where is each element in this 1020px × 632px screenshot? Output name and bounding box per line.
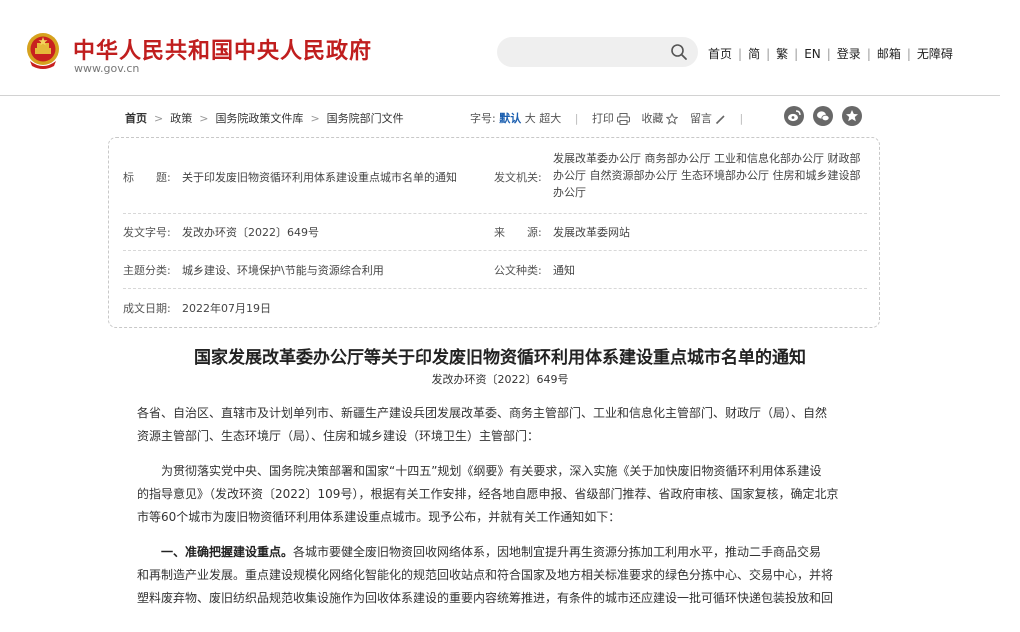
paragraph-text: 各城市要健全废旧物资回收网络体系，因地制宜提升再生资源分拣加工利用水平，推动二手… [293,545,822,559]
article-paragraph-intro: 为贯彻落实党中央、国务院决策部署和国家“十四五”规划《纲要》有关要求，深入实施《… [137,460,865,529]
document-metadata-box: 标 题: 关于印发废旧物资循环利用体系建设重点城市名单的通知 发文机关: 发展改… [108,137,880,328]
nav-traditional[interactable]: 繁 [776,45,788,62]
print-button[interactable]: 打印 [592,110,630,126]
breadcrumb-arrow-icon: > [310,112,320,125]
article-tools: 字号: 默认 大 超大 | 打印 收藏 留言 | [470,110,753,126]
meta-title-value: 关于印发废旧物资循环利用体系建设重点城市名单的通知 [182,171,457,184]
wechat-glyph-icon [817,111,830,122]
section-heading: 一、准确把握建设重点。 [137,545,294,559]
meta-issuer-line: 办公厅 自然资源部办公厅 生态环境部办公厅 住房和城乡建设部 [553,169,861,182]
breadcrumb-policy[interactable]: 政策 [170,112,192,125]
wechat-share-icon[interactable] [813,106,833,126]
search-input[interactable] [497,37,698,67]
meta-source-label: 来 源: [494,226,542,239]
meta-issuer-label: 发文机关: [494,171,542,184]
meta-row-docno: 发文字号: 发改办环资〔2022〕649号 来 源: 发展改革委网站 [123,214,867,251]
paragraph-line: 资源主管部门、生态环境厅（局）、住房和城乡建设（环境卫生）主管部门： [137,429,540,443]
meta-issuer-line: 发展改革委办公厅 商务部办公厅 工业和信息化部办公厅 财政部 [553,152,861,165]
breadcrumb-arrow-icon: > [199,112,209,125]
paragraph-line: 为贯彻落实党中央、国务院决策部署和国家“十四五”规划《纲要》有关要求，深入实施《… [137,464,822,478]
nav-simplified[interactable]: 简 [748,45,760,62]
article-title: 国家发展改革委办公厅等关于印发废旧物资循环利用体系建设重点城市名单的通知 [194,348,806,368]
nav-separator: | [906,47,911,61]
paragraph-line: 一、准确把握建设重点。各城市要健全废旧物资回收网络体系，因地制宜提升再生资源分拣… [137,541,865,564]
header-divider [0,95,1000,96]
meta-docno-value: 发改办环资〔2022〕649号 [182,226,319,239]
site-url: www.gov.cn [74,62,140,75]
nav-separator: | [826,47,831,61]
meta-row-date: 成文日期: 2022年07月19日 [123,289,867,327]
print-label: 打印 [591,112,614,125]
meta-row-category: 主题分类: 城乡建设、环境保护\节能与资源综合利用 公文种类: 通知 [123,251,867,289]
breadcrumb-policy-library[interactable]: 国务院政策文件库 [215,112,303,125]
site-title[interactable]: 中华人民共和国中央人民政府 [73,33,372,65]
breadcrumb-home[interactable]: 首页 [125,112,147,125]
nav-login[interactable]: 登录 [837,45,861,62]
nav-accessibility[interactable]: 无障碍 [917,45,953,62]
star-icon [666,113,679,125]
paragraph-line: 和再制造产业发展。重点建设规模化网络化智能化的规范回收站点和符合国家及地方相关标… [137,568,834,582]
meta-row-title: 标 题: 关于印发废旧物资循环利用体系建设重点城市名单的通知 发文机关: 发展改… [123,138,867,214]
meta-source-value: 发展改革委网站 [553,226,630,239]
nav-separator: | [766,47,771,61]
meta-issuer-value: 发展改革委办公厅 商务部办公厅 工业和信息化部办公厅 财政部 办公厅 自然资源部… [553,150,873,201]
pencil-icon [715,114,725,124]
font-size-large[interactable]: 大 [525,110,536,126]
nav-separator: | [794,47,799,61]
share-bar [784,106,864,128]
meta-date-label: 成文日期: [123,302,171,315]
page: 中华人民共和国中央人民政府 www.gov.cn 首页 | 简 | 繁 | EN | 登录 | 邮箱… [0,0,1020,632]
weibo-glyph-icon [788,110,801,122]
search-icon[interactable] [670,43,688,61]
national-emblem-icon[interactable] [24,31,62,71]
printer-icon [616,113,630,125]
comment-button[interactable]: 留言 [690,110,726,126]
site-header: 中华人民共和国中央人民政府 www.gov.cn 首页 | 简 | 繁 | EN | 登录 | 邮箱… [0,0,1020,96]
star-glyph-icon [846,110,858,122]
meta-docno-label: 发文字号: [123,226,171,239]
breadcrumb-arrow-icon: > [154,112,164,125]
font-size-label: 字号: [470,112,496,125]
favorite-share-icon[interactable] [842,106,862,126]
breadcrumb: 首页 > 政策 > 国务院政策文件库 > 国务院部门文件 [125,110,404,126]
nav-home[interactable]: 首页 [708,45,732,62]
nav-english[interactable]: EN [804,47,821,61]
paragraph-line: 的指导意见》（发改环资〔2022〕109号），根据有关工作安排，经各地自愿申报、… [137,487,839,501]
meta-category-value: 城乡建设、环境保护\节能与资源综合利用 [182,264,384,277]
meta-type-label: 公文种类: [494,264,542,277]
breadcrumb-department-docs[interactable]: 国务院部门文件 [327,112,404,125]
tools-separator: | [739,112,744,125]
nav-separator: | [738,47,743,61]
meta-title-label: 标 题: [123,171,171,184]
weibo-share-icon[interactable] [784,106,804,126]
favorite-button[interactable]: 收藏 [641,110,679,126]
nav-separator: | [866,47,871,61]
favorite-label: 收藏 [641,112,664,125]
meta-type-value: 通知 [553,264,575,277]
font-size-default[interactable]: 默认 [499,110,521,126]
comment-label: 留言 [689,112,712,125]
top-nav: 首页 | 简 | 繁 | EN | 登录 | 邮箱 | 无障碍 [708,45,953,62]
paragraph-line: 各省、自治区、直辖市及计划单列市、新疆生产建设兵团发展改革委、商务主管部门、工业… [137,406,828,420]
meta-category-label: 主题分类: [123,264,171,277]
paragraph-line: 塑料废弃物、废旧纺织品规范收集设施作为回收体系建设的重要内容统筹推进，有条件的城… [137,591,834,605]
meta-date-value: 2022年07月19日 [182,302,271,315]
nav-mail[interactable]: 邮箱 [877,45,901,62]
article-paragraph-section-one: 一、准确把握建设重点。各城市要健全废旧物资回收网络体系，因地制宜提升再生资源分拣… [137,541,865,610]
tools-separator: | [574,112,579,125]
paragraph-line: 市等60个城市为废旧物资循环利用体系建设重点城市。现予公布，并就有关工作通知如下… [137,510,621,524]
meta-issuer-line: 办公厅 [553,186,586,199]
font-size-xlarge[interactable]: 超大 [539,110,561,126]
article-docno: 发改办环资〔2022〕649号 [431,373,569,386]
article-paragraph-recipients: 各省、自治区、直辖市及计划单列市、新疆生产建设兵团发展改革委、商务主管部门、工业… [137,402,865,448]
